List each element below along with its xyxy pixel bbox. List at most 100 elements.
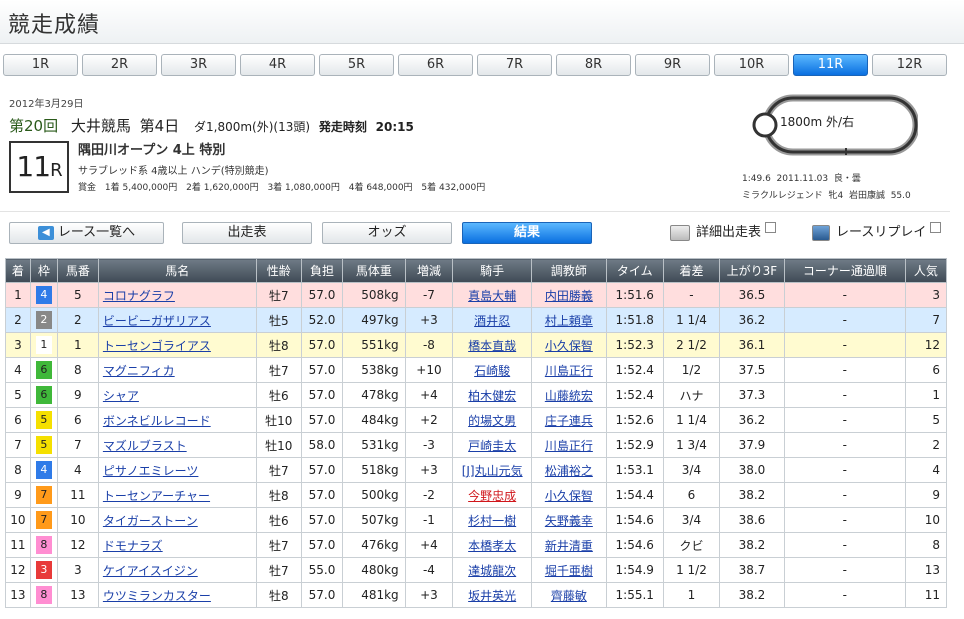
cell-margin: 1 3/4	[662, 432, 721, 458]
jockey-link[interactable]: 戸崎圭太	[468, 439, 516, 453]
race-info-panel: 2012年3月29日 第20回 大井競馬 第4日 ダ1,800m(外)(13頭)…	[0, 84, 950, 212]
results-button[interactable]: 結果	[462, 222, 592, 244]
horse-link[interactable]: マズルブラスト	[103, 439, 187, 453]
jockey-link[interactable]: [J]丸山元気	[462, 464, 523, 478]
jockey-link[interactable]: 本橋孝太	[468, 539, 516, 553]
cell-corner: -	[783, 557, 906, 583]
race-type: サラブレッド系 4歳以上 ハンデ(特別競走)	[78, 166, 269, 177]
horse-link[interactable]: タイガーストーン	[103, 514, 198, 528]
race-tab-12r[interactable]: 12R	[872, 54, 947, 76]
horse-link[interactable]: トーセンアーチャー	[103, 489, 210, 503]
cell-pop: 2	[904, 432, 948, 458]
cell-body: 478kg	[342, 382, 406, 408]
col-header-waku: 枠	[29, 258, 58, 283]
horse-link[interactable]: コロナグラフ	[103, 289, 175, 303]
race-list-label: レース一覧へ	[57, 225, 136, 240]
trainer-link[interactable]: 齊藤敏	[551, 589, 587, 603]
cell-margin: 1 1/4	[662, 307, 721, 333]
race-replay-button[interactable]: レースリプレイ	[812, 222, 942, 244]
cell-waku: 2	[29, 307, 58, 333]
trainer-link[interactable]: 新井清重	[545, 539, 593, 553]
jockey-link[interactable]: 酒井忍	[474, 314, 510, 328]
waku-badge: 4	[35, 461, 52, 479]
race-tab-bar: 1R 2R 3R 4R 5R 6R 7R 8R 9R 10R 11R 12R	[3, 54, 947, 76]
detail-entries-button[interactable]: 詳細出走表	[670, 222, 777, 244]
prize-5: 5着 432,000円	[421, 183, 486, 193]
cell-diff: +3	[404, 457, 454, 483]
odds-label: オッズ	[367, 225, 407, 240]
cell-last3f: 37.9	[719, 432, 785, 458]
results-header-row: 着枠馬番 馬名 性齢 負担 馬体重 増減 騎手 調教師 タイム 着差 上がり3F コーナー通過順 人気	[5, 258, 948, 283]
waku-badge: 7	[35, 511, 52, 529]
cell-waku: 3	[29, 557, 58, 583]
cell-corner: -	[783, 532, 906, 558]
race-tab-8r[interactable]: 8R	[556, 54, 631, 76]
race-tab-1r[interactable]: 1R	[3, 54, 78, 76]
race-tab-2r[interactable]: 2R	[82, 54, 157, 76]
trainer-link[interactable]: 矢野義幸	[545, 514, 593, 528]
horse-link[interactable]: シャア	[103, 389, 139, 403]
race-tab-11r[interactable]: 11R	[793, 54, 868, 76]
jockey-link[interactable]: 柏木健宏	[468, 389, 516, 403]
cell-trainer: 小久保智	[531, 482, 607, 508]
trainer-link[interactable]: 川島正行	[545, 364, 593, 378]
entries-label: 出走表	[227, 225, 267, 240]
race-tab-5r[interactable]: 5R	[319, 54, 394, 76]
race-tab-9r[interactable]: 9R	[635, 54, 710, 76]
race-tab-3r[interactable]: 3R	[161, 54, 236, 76]
race-day: 第4日	[139, 117, 180, 135]
cell-sexage: 牡8	[255, 332, 302, 358]
waku-badge: 5	[35, 411, 52, 429]
horse-link[interactable]: ボンネビルレコード	[103, 414, 211, 428]
jockey-link[interactable]: 坂井英光	[468, 589, 516, 603]
prize-4: 4着 648,000円	[348, 183, 413, 193]
trainer-link[interactable]: 村上頼章	[545, 314, 593, 328]
cell-diff: +4	[404, 532, 454, 558]
cell-diff: -2	[404, 482, 454, 508]
race-tab-4r[interactable]: 4R	[240, 54, 315, 76]
entries-button[interactable]: 出走表	[182, 222, 312, 244]
race-tab-7r[interactable]: 7R	[477, 54, 552, 76]
cell-sexage: 牡8	[255, 482, 302, 508]
results-label: 結果	[513, 225, 540, 240]
horse-link[interactable]: ドモナラズ	[103, 539, 163, 553]
cell-sexage: 牡7	[255, 557, 302, 583]
horse-link[interactable]: ピサノエミレーツ	[103, 464, 199, 478]
trainer-link[interactable]: 庄子連兵	[545, 414, 593, 428]
race-tab-6r[interactable]: 6R	[398, 54, 473, 76]
trainer-link[interactable]: 小久保智	[545, 489, 593, 503]
horse-link[interactable]: マグニフィカ	[103, 364, 175, 378]
jockey-link[interactable]: 石崎駿	[474, 364, 510, 378]
book-icon	[670, 224, 690, 241]
race-tab-10r[interactable]: 10R	[714, 54, 789, 76]
table-row: 7 5 7 マズルブラスト 牡10 58.0 531kg -3 戸崎圭太 川島正行 1:52.9 1 …	[5, 432, 948, 458]
jockey-link[interactable]: 橋本直哉	[468, 339, 516, 353]
trainer-link[interactable]: 松浦裕之	[545, 464, 593, 478]
cell-weight: 57.0	[300, 332, 344, 358]
horse-link[interactable]: ビービーガザリアス	[103, 314, 211, 328]
record-time: 1:49.6	[742, 174, 771, 184]
table-row: 4 6 8 マグニフィカ 牡7 57.0 538kg +10 石崎駿 川島正行 1:52.4 1/2 3…	[5, 357, 948, 383]
jockey-link[interactable]: 達城龍次	[468, 564, 516, 578]
cell-num: 5	[56, 282, 99, 308]
trainer-link[interactable]: 堀千亜樹	[545, 564, 593, 578]
odds-button[interactable]: オッズ	[322, 222, 452, 244]
horse-link[interactable]: トーセンゴライアス	[103, 339, 211, 353]
race-list-button[interactable]: ◀ レース一覧へ	[9, 222, 164, 244]
cell-pop: 7	[904, 307, 948, 333]
trainer-link[interactable]: 山藤統宏	[545, 389, 593, 403]
trainer-link[interactable]: 川島正行	[545, 439, 593, 453]
trainer-link[interactable]: 内田勝義	[545, 289, 593, 303]
horse-link[interactable]: ウツミランカスター	[103, 589, 211, 603]
cell-num: 7	[56, 432, 99, 458]
trainer-link[interactable]: 小久保智	[545, 339, 593, 353]
horse-link[interactable]: ケイアイスイジン	[103, 564, 198, 578]
jockey-link[interactable]: 的場文男	[468, 414, 516, 428]
jockey-link[interactable]: 杉村一樹	[468, 514, 516, 528]
jockey-link[interactable]: 今野忠成	[468, 489, 516, 503]
jockey-link[interactable]: 真島大輔	[468, 289, 516, 303]
cell-horse: ボンネビルレコード	[97, 407, 257, 433]
cell-pop: 4	[904, 457, 948, 483]
cell-body: 531kg	[342, 432, 406, 458]
cell-body: 484kg	[342, 407, 406, 433]
